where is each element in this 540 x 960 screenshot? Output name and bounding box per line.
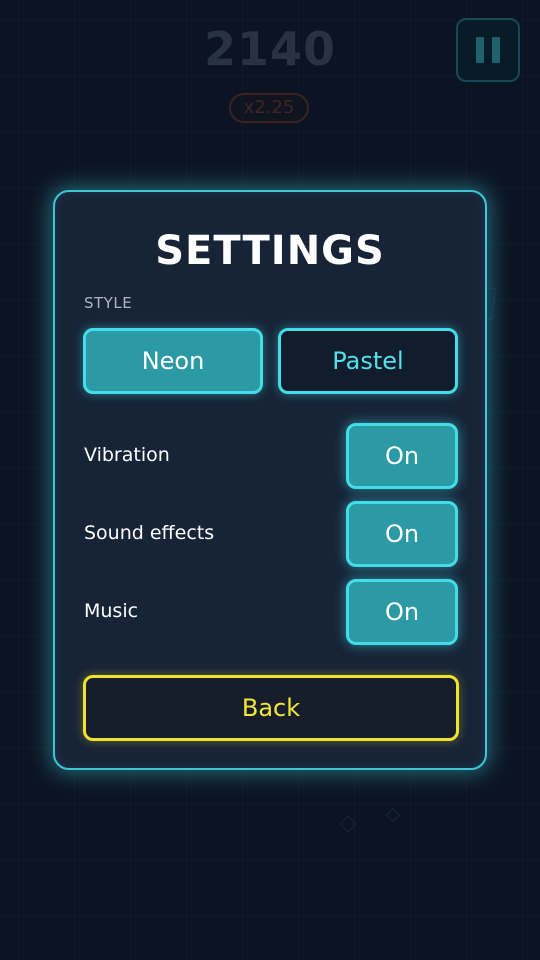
music-label: Music bbox=[84, 600, 139, 622]
vibration-toggle[interactable]: On bbox=[346, 423, 458, 489]
style-neon-button[interactable]: Neon bbox=[83, 328, 263, 394]
style-pastel-button[interactable]: Pastel bbox=[278, 328, 458, 394]
back-button[interactable]: Back bbox=[83, 675, 459, 741]
vibration-label: Vibration bbox=[84, 444, 170, 466]
music-toggle[interactable]: On bbox=[346, 579, 458, 645]
settings-title: SETTINGS bbox=[155, 228, 385, 274]
sound-effects-toggle[interactable]: On bbox=[346, 501, 458, 567]
settings-panel: SETTINGS STYLE Neon Pastel Vibration On … bbox=[53, 190, 487, 770]
game-screen: 2140 x2.25 SETTINGS STYLE Neon Pastel Vi… bbox=[0, 0, 540, 960]
style-section-label: STYLE bbox=[84, 294, 133, 312]
sound-effects-label: Sound effects bbox=[84, 522, 215, 544]
